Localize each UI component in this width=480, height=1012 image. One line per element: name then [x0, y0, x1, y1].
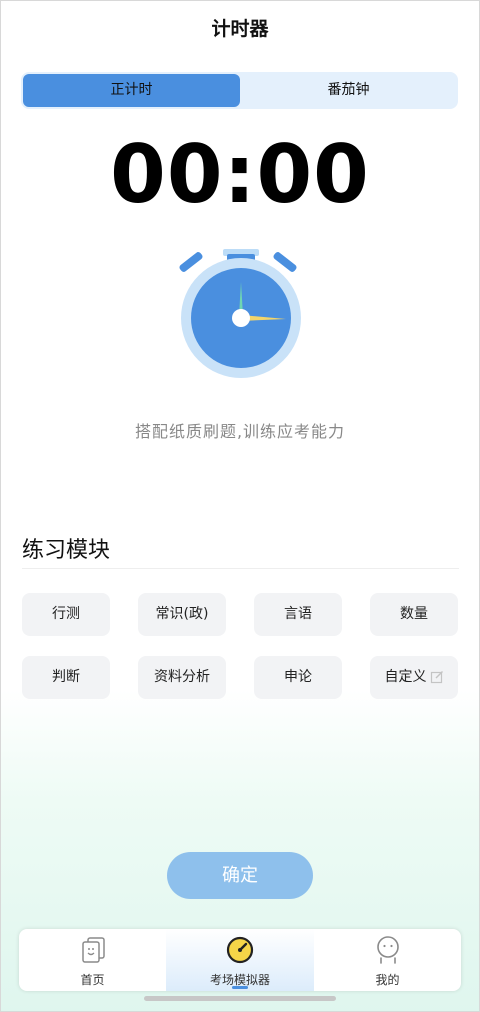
timer-gauge-icon [226, 936, 254, 964]
module-chip[interactable]: 数量 [370, 593, 458, 636]
page-title: 计时器 [211, 18, 269, 40]
custom-label: 自定义 [384, 669, 427, 685]
cards-icon [82, 937, 105, 963]
module-chip[interactable]: 资料分析 [138, 656, 226, 699]
nav-home-label: 首页 [80, 973, 105, 987]
module-chip[interactable]: 申论 [254, 656, 342, 699]
tagline: 搭配纸质刷题,训练应考能力 [134, 422, 346, 441]
nav-exam-simulator[interactable]: 考场模拟器 [166, 929, 314, 991]
profile-face-icon [377, 936, 399, 964]
module-chip[interactable]: 判断 [22, 656, 110, 699]
timer-display: 00:00 [110, 128, 370, 221]
module-chip[interactable]: 行测 [22, 593, 110, 636]
tab-count-up[interactable]: 正计时 [23, 74, 240, 107]
mode-segmented-control: 正计时 番茄钟 [21, 72, 458, 109]
practice-section-title: 练习模块 [22, 538, 111, 563]
confirm-button[interactable]: 确定 [167, 852, 313, 899]
home-indicator [144, 996, 336, 1001]
nav-profile-label: 我的 [375, 973, 400, 987]
nav-home[interactable]: 首页 [19, 929, 166, 991]
bottom-navigation: 首页 考场模拟器 我的 [19, 929, 461, 991]
tab-pomodoro[interactable]: 番茄钟 [241, 74, 456, 107]
module-chip[interactable]: 言语 [254, 593, 342, 636]
stopwatch-icon [179, 249, 301, 378]
module-chip[interactable]: 常识(政) [138, 593, 226, 636]
active-tab-indicator [232, 986, 248, 989]
nav-profile[interactable]: 我的 [314, 929, 461, 991]
module-chip-custom[interactable]: 自定义 [370, 656, 458, 699]
section-divider [22, 568, 459, 569]
edit-icon [430, 671, 443, 684]
